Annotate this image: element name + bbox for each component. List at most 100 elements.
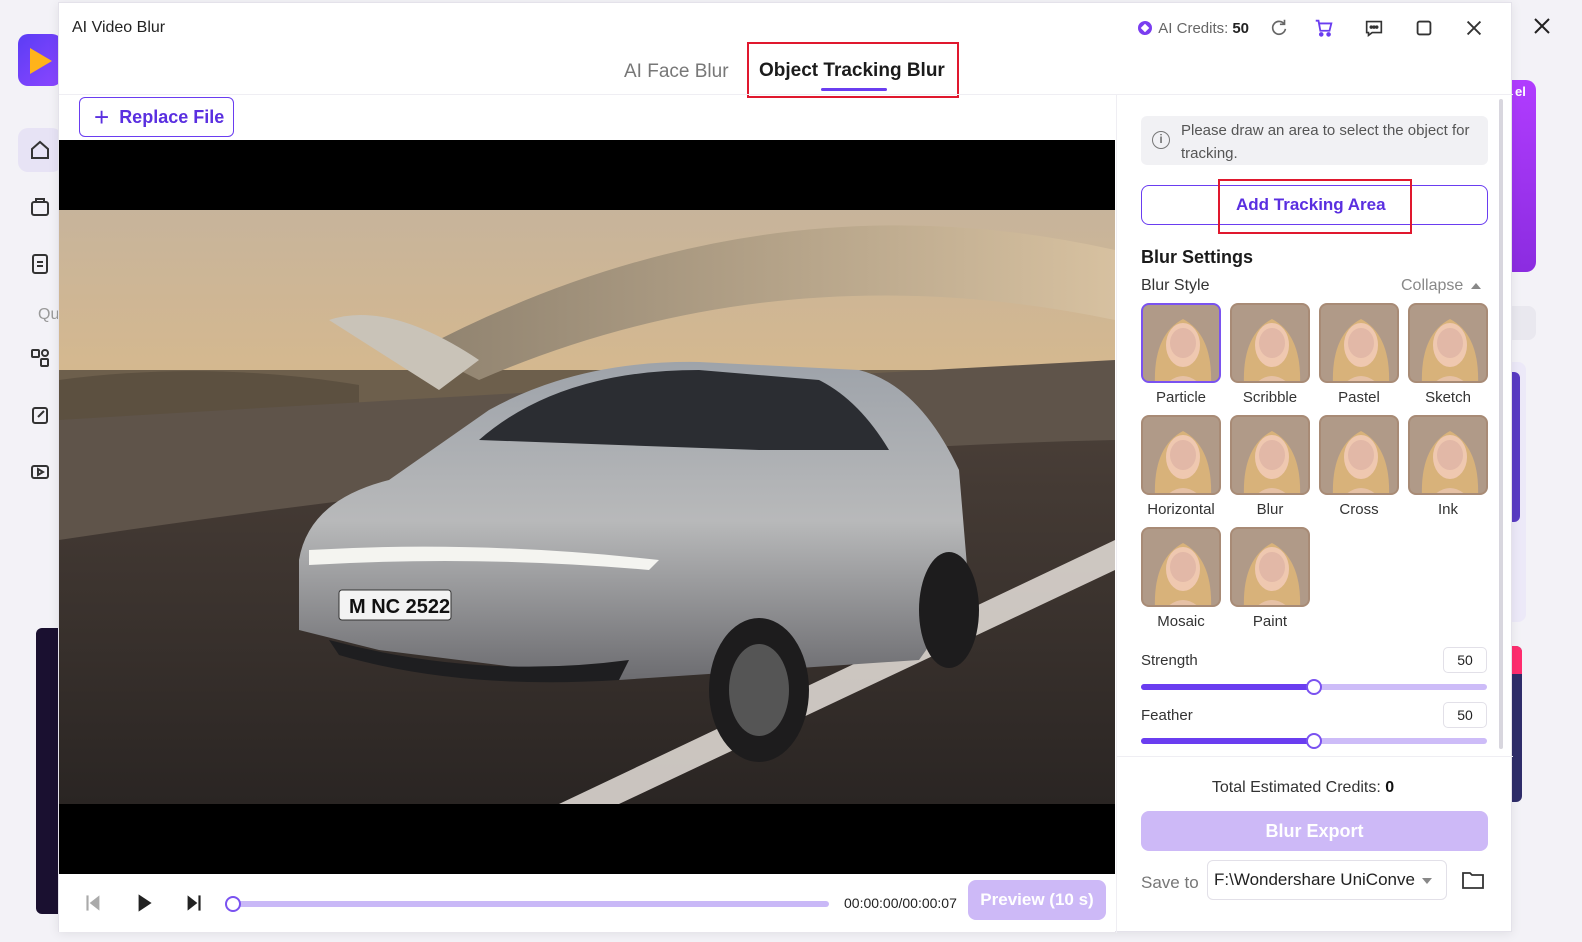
blur-style-label: Blur Style — [1141, 277, 1210, 294]
chevron-down-icon — [1422, 878, 1432, 884]
blur-style-thumbnail — [1230, 303, 1310, 383]
replace-file-label: Replace File — [119, 106, 225, 127]
credits-icon — [1138, 21, 1153, 35]
blur-style-thumbnail — [1230, 415, 1310, 495]
strength-value[interactable]: 50 — [1443, 647, 1487, 673]
collapse-label: Collapse — [1401, 277, 1464, 294]
blur-style-paint[interactable]: Paint — [1230, 527, 1310, 630]
blur-style-label: Sketch — [1425, 389, 1471, 406]
timeline-progress[interactable] — [225, 896, 829, 912]
strength-fill — [1141, 684, 1314, 690]
refresh-icon[interactable] — [1259, 13, 1299, 43]
blur-style-thumbnail — [1408, 415, 1488, 495]
ai-video-blur-window: AI Video Blur AI Credits: 50 AI Face Blu… — [58, 2, 1513, 933]
tab-object-tracking-blur[interactable]: Object Tracking Blur — [747, 42, 959, 98]
feather-label: Feather — [1141, 707, 1193, 724]
blur-style-thumbnail — [1319, 415, 1399, 495]
timeline-knob[interactable] — [225, 896, 241, 912]
blur-style-cross[interactable]: Cross — [1319, 415, 1399, 518]
active-tab-indicator — [821, 88, 887, 91]
play-icon[interactable] — [131, 890, 157, 916]
titlebar-controls: AI Credits: 50 — [1138, 13, 1499, 43]
panel-scrollbar[interactable] — [1499, 99, 1503, 749]
blur-style-ink[interactable]: Ink — [1408, 415, 1488, 518]
feather-value[interactable]: 50 — [1443, 702, 1487, 728]
replace-file-button[interactable]: + Replace File — [79, 97, 234, 137]
blur-style-particle[interactable]: Particle — [1141, 303, 1221, 406]
app-close-icon[interactable] — [1530, 14, 1554, 38]
info-icon: i — [1152, 131, 1170, 149]
blur-style-thumbnail — [1141, 527, 1221, 607]
preview-button[interactable]: Preview (10 s) — [968, 880, 1106, 920]
total-value: 0 — [1385, 779, 1395, 796]
strength-knob[interactable] — [1306, 679, 1322, 695]
blur-style-label: Ink — [1437, 501, 1458, 518]
promo-tag — [1512, 80, 1536, 272]
ai-credits: AI Credits: 50 — [1138, 20, 1249, 37]
feather-knob[interactable] — [1306, 733, 1322, 749]
side-card — [1512, 372, 1520, 522]
timecode: 00:00:00/00:00:07 — [844, 895, 957, 911]
credits-label: AI Credits: — [1158, 19, 1229, 37]
license-plate-text: M NC 2522 — [349, 596, 450, 618]
blur-style-sketch[interactable]: Sketch — [1408, 303, 1488, 406]
video-icon[interactable] — [18, 450, 62, 494]
next-frame-icon[interactable] — [180, 890, 206, 916]
blur-style-thumbnail — [1141, 303, 1221, 383]
feather-slider[interactable] — [1141, 733, 1487, 749]
feedback-icon[interactable] — [1349, 13, 1399, 43]
divider — [1117, 756, 1513, 757]
side-card — [1512, 306, 1536, 340]
blur-style-label: Particle — [1155, 389, 1207, 406]
promo-tag-text: el — [1515, 84, 1526, 99]
car-scene-image: M NC 2522 — [59, 210, 1115, 804]
converter-icon[interactable] — [18, 336, 62, 380]
cart-icon[interactable] — [1299, 13, 1349, 43]
home-icon[interactable] — [18, 128, 62, 172]
window-title: AI Video Blur — [72, 19, 166, 36]
edit-icon[interactable] — [18, 393, 62, 437]
blur-style-thumbnail — [1230, 527, 1310, 607]
save-path-select[interactable]: F:\Wondershare UniConve — [1207, 860, 1447, 900]
blur-style-label: Horizontal — [1147, 501, 1215, 518]
blur-style-thumbnail — [1408, 303, 1488, 383]
blur-style-blur[interactable]: Blur — [1230, 415, 1310, 518]
total-estimated-credits: Total Estimated Credits: 0 — [1117, 779, 1489, 797]
maximize-icon[interactable] — [1399, 13, 1449, 43]
blur-export-button[interactable]: Blur Export — [1141, 811, 1488, 851]
tab-ai-face-blur[interactable]: AI Face Blur — [624, 61, 729, 83]
save-path-value: F:\Wondershare UniConve — [1214, 870, 1415, 889]
folder-icon[interactable] — [1461, 869, 1485, 891]
highlight-box — [1218, 179, 1412, 234]
blur-style-label: Blur — [1256, 501, 1284, 518]
blur-style-thumbnail — [1141, 415, 1221, 495]
blur-style-label: Pastel — [1338, 389, 1380, 406]
document-icon[interactable] — [18, 242, 62, 286]
blur-style-label: Scribble — [1242, 389, 1298, 406]
feather-fill — [1141, 738, 1314, 744]
blur-style-horizontal[interactable]: Horizontal — [1141, 415, 1221, 518]
video-preview[interactable]: M NC 2522 — [59, 140, 1115, 874]
blur-style-label: Cross — [1339, 501, 1379, 518]
blur-style-pastel[interactable]: Pastel — [1319, 303, 1399, 406]
blur-style-scribble[interactable]: Scribble — [1230, 303, 1310, 406]
tracking-hint: i Please draw an area to select the obje… — [1141, 116, 1488, 165]
playback-controls: 00:00:00/00:00:07 Preview (10 s) — [59, 874, 1115, 932]
tab-label: Object Tracking Blur — [759, 60, 945, 81]
blur-style-label: Paint — [1252, 613, 1288, 630]
blur-style-thumbnail — [1319, 303, 1399, 383]
blur-style-mosaic[interactable]: Mosaic — [1141, 527, 1221, 630]
hint-text: Please draw an area to select the object… — [1181, 122, 1470, 162]
close-icon[interactable] — [1449, 13, 1499, 43]
section-label: Qu — [38, 306, 60, 323]
previous-frame-icon[interactable] — [81, 890, 107, 916]
ai-tools-icon[interactable] — [18, 185, 62, 229]
save-to-label: Save to — [1141, 873, 1199, 892]
blur-style-label: Mosaic — [1157, 613, 1205, 630]
video-frame[interactable]: M NC 2522 — [59, 210, 1115, 804]
caret-up-icon — [1471, 283, 1482, 289]
credits-value: 50 — [1232, 19, 1249, 37]
settings-panel: i Please draw an area to select the obje… — [1116, 95, 1513, 933]
strength-slider[interactable] — [1141, 679, 1487, 695]
collapse-toggle[interactable]: Collapse — [1401, 277, 1482, 295]
